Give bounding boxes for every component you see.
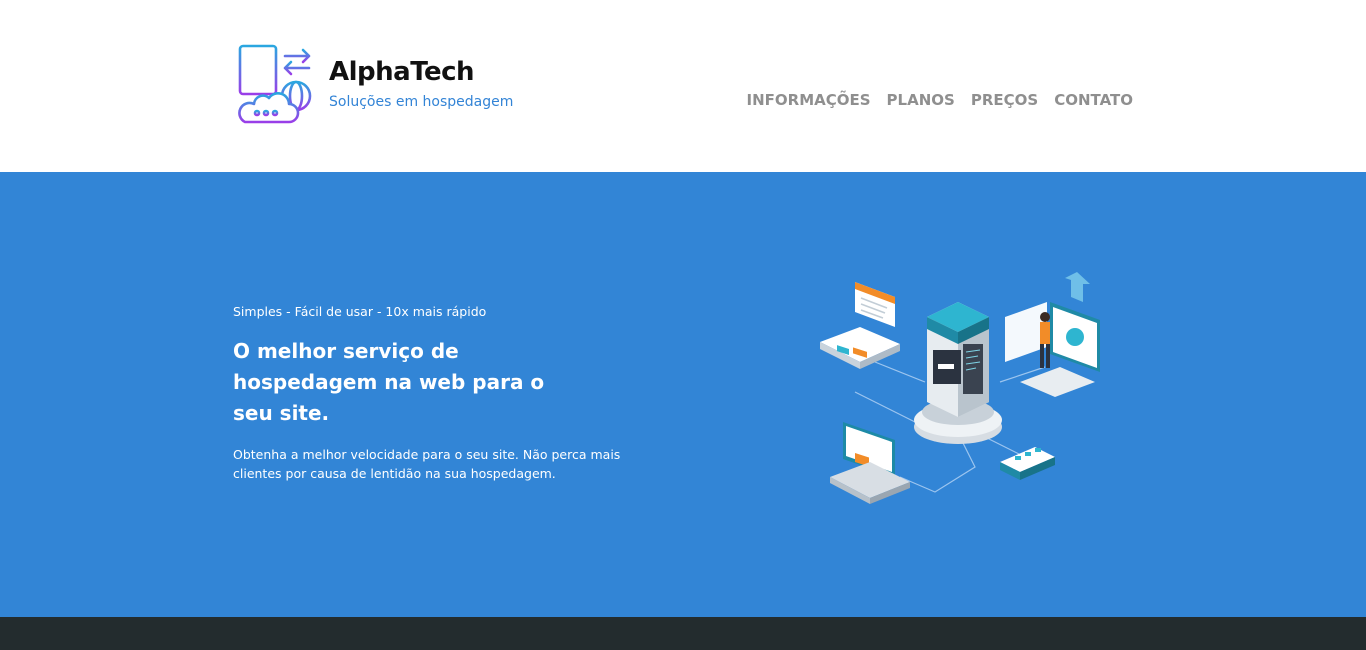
site-header: AlphaTech Soluções em hospedagem INFORMA… [0,0,1366,172]
nav-item-informacoes[interactable]: INFORMAÇÕES [747,91,871,109]
footer-bar [0,617,1366,650]
nav-item-contato[interactable]: CONTATO [1054,91,1133,109]
hero-section: Simples - Fácil de usar - 10x mais rápid… [0,172,1366,617]
server-cloud-globe-icon [238,44,312,124]
main-nav: INFORMAÇÕES PLANOS PREÇOS CONTATO [747,91,1133,109]
hero-tagline: Simples - Fácil de usar - 10x mais rápid… [233,304,487,319]
laptop [830,422,910,504]
right-monitor-person [1005,272,1100,397]
brand-title: AlphaTech [329,57,475,87]
server-tower [914,302,1002,444]
hero-headline: O melhor serviço de hospedagem na web pa… [233,339,545,425]
hero-text: Simples - Fácil de usar - 10x mais rápid… [233,304,653,483]
hero-description: Obtenha a melhor velocidade para o seu s… [233,447,621,481]
isometric-server-network-illustration [820,272,1100,504]
nav-item-precos[interactable]: PREÇOS [971,91,1038,109]
logo[interactable]: AlphaTech Soluções em hospedagem [233,44,513,124]
brand-subtitle: Soluções em hospedagem [329,94,514,110]
bottom-right-card [1000,447,1055,480]
nav-item-planos[interactable]: PLANOS [887,91,955,109]
brand-block: AlphaTech Soluções em hospedagem [329,57,513,111]
top-left-panel [820,282,900,369]
